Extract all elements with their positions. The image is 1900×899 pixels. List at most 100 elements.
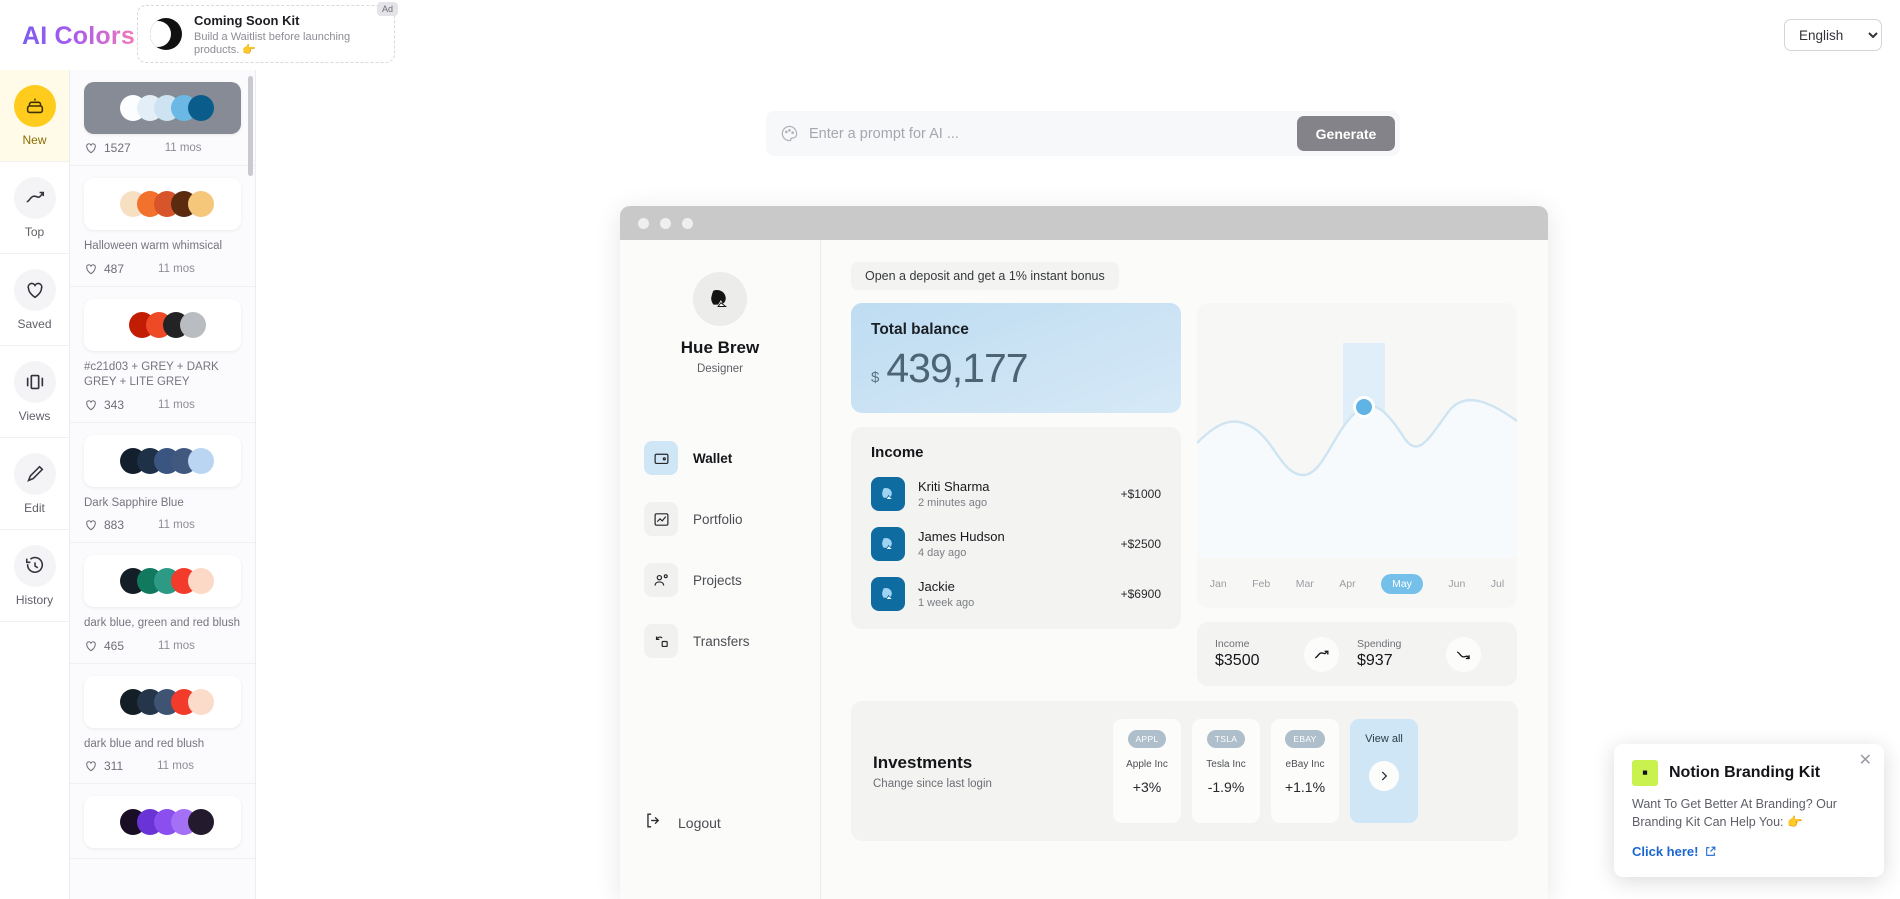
income-name: Jackie	[918, 579, 955, 594]
list-item[interactable]: Dark Sapphire Blue 883 11 mos	[70, 423, 255, 544]
list-item[interactable]: dark blue and red blush 311 11 mos	[70, 664, 255, 785]
income-meta: James Hudson 4 day ago	[918, 529, 1121, 559]
income-name: James Hudson	[918, 529, 1005, 544]
chart-tick-selected[interactable]: May	[1381, 574, 1423, 594]
investments-heading: Investments Change since last login	[873, 753, 1113, 790]
app-header: AI Colors Ad Coming Soon Kit Build a Wai…	[0, 0, 1900, 70]
chart-tick[interactable]: Apr	[1339, 578, 1355, 590]
rail-item-history[interactable]: History	[0, 530, 69, 622]
heart-icon	[13, 268, 56, 311]
trending-up-icon	[13, 176, 56, 219]
list-item[interactable]: James Hudson 4 day ago +$2500	[871, 527, 1161, 561]
list-item[interactable]: Jackie 1 week ago +$6900	[871, 577, 1161, 611]
income-meta: Jackie 1 week ago	[918, 579, 1121, 609]
like-count[interactable]: 311	[84, 759, 123, 773]
swatch-dots	[120, 568, 214, 595]
rail-item-top[interactable]: Top	[0, 162, 69, 254]
list-item[interactable]: #c21d03 + GREY + DARK GREY + LITE GREY 3…	[70, 287, 255, 423]
rail-item-edit[interactable]: Edit	[0, 438, 69, 530]
palette-age: 11 mos	[158, 262, 195, 275]
palette-age: 11 mos	[158, 398, 195, 411]
ad-banner[interactable]: Ad Coming Soon Kit Build a Waitlist befo…	[137, 2, 398, 63]
notion-promo-popup: ✕ ▪ Notion Branding Kit Want To Get Bett…	[1614, 743, 1884, 877]
stock-card[interactable]: TSLA Tesla Inc -1.9%	[1192, 719, 1260, 823]
window-dot-minimize	[660, 217, 671, 229]
dashboard-main: Open a deposit and get a 1% instant bonu…	[821, 240, 1548, 899]
notion-kit-logo-icon: ▪	[1632, 759, 1658, 786]
view-all-button[interactable]: View all	[1350, 719, 1418, 823]
income-amount: +$6900	[1120, 587, 1161, 601]
balance-title: Total balance	[871, 321, 969, 338]
stock-name: eBay Inc	[1285, 759, 1325, 770]
rail-item-saved[interactable]: Saved	[0, 254, 69, 346]
chevron-right-icon	[1369, 761, 1399, 791]
list-item[interactable]: dark blue, green and red blush 465 11 mo…	[70, 543, 255, 664]
bird-avatar-icon	[871, 527, 905, 561]
close-icon[interactable]: ✕	[1859, 752, 1872, 769]
logout-button[interactable]: Logout	[644, 811, 721, 835]
chart-tick[interactable]: Feb	[1252, 578, 1270, 590]
like-count[interactable]: 1527	[84, 141, 131, 155]
list-item[interactable]: Kriti Sharma 2 minutes ago +$1000	[871, 477, 1161, 511]
ad-title: Coming Soon Kit	[194, 12, 300, 28]
logout-icon	[644, 811, 663, 835]
notion-cta-link[interactable]: Click here!	[1632, 844, 1866, 859]
palette-swatch[interactable]	[84, 298, 241, 351]
sidebar-item-label: Transfers	[693, 633, 750, 649]
chart-tick[interactable]: Jan	[1210, 578, 1227, 590]
palette-name: Dark Sapphire Blue	[84, 496, 184, 509]
stock-name: Apple Inc	[1126, 759, 1168, 770]
list-item[interactable]: 1527 11 mos	[70, 70, 255, 166]
language-select[interactable]: English	[1784, 19, 1882, 51]
palette-meta: 343 11 mos	[84, 398, 241, 412]
like-count[interactable]: 487	[84, 262, 124, 276]
chart-tick[interactable]: Jun	[1448, 578, 1465, 590]
chart-tick[interactable]: Jul	[1491, 578, 1504, 590]
stat-text: Income $3500	[1215, 638, 1304, 670]
like-count[interactable]: 343	[84, 398, 124, 412]
palette-swatch[interactable]	[84, 434, 241, 487]
palette-swatch[interactable]	[84, 178, 241, 230]
like-count[interactable]: 883	[84, 518, 124, 532]
rail-item-new[interactable]: New	[0, 70, 69, 162]
chart-marker	[1356, 399, 1372, 415]
stock-ticker: APPL	[1127, 730, 1167, 748]
bird-avatar-icon	[711, 289, 727, 307]
income-time: 2 minutes ago	[918, 497, 988, 509]
like-count[interactable]: 465	[84, 639, 124, 653]
income-title: Income	[871, 444, 924, 461]
balance-chart[interactable]: Jan Feb Mar Apr May Jun Jul	[1197, 303, 1517, 608]
palette-name: #c21d03 + GREY + DARK GREY + LITE GREY	[84, 360, 219, 389]
palette-swatch[interactable]	[84, 675, 241, 728]
palette-swatch[interactable]	[84, 82, 241, 134]
rail-label: New	[22, 132, 47, 147]
palette-age: 11 mos	[157, 760, 194, 773]
list-item[interactable]	[70, 784, 255, 860]
income-amount: +$1000	[1120, 487, 1161, 501]
palette-swatch[interactable]	[84, 796, 241, 849]
palette-list[interactable]: 1527 11 mos Halloween warm whimsical 487…	[70, 70, 256, 899]
bird-avatar-icon	[871, 577, 905, 611]
list-item[interactable]: Halloween warm whimsical 487 11 mos	[70, 166, 255, 287]
generate-button[interactable]: Generate	[1297, 116, 1395, 151]
stat-value: $937	[1357, 652, 1393, 669]
palette-age: 11 mos	[164, 142, 202, 154]
chart-tick[interactable]: Mar	[1296, 578, 1314, 590]
palette-meta: 883 11 mos	[84, 518, 241, 532]
ad-text: Coming Soon Kit Build a Waitlist before …	[194, 13, 382, 56]
stock-ticker: TSLA	[1206, 730, 1246, 748]
stock-card[interactable]: EBAY eBay Inc +1.1%	[1271, 719, 1339, 823]
sidebar-item-portfolio[interactable]: Portfolio	[644, 502, 820, 536]
rail-label: Top	[24, 224, 45, 239]
income-card: Income Kriti Sharma 2 minutes ago +$1000	[851, 427, 1181, 629]
bird-avatar-icon	[871, 477, 905, 511]
stock-list: APPL Apple Inc +3% TSLA Tesla Inc -1.9% …	[1113, 719, 1418, 823]
stock-card[interactable]: APPL Apple Inc +3%	[1113, 719, 1181, 823]
sidebar-item-wallet[interactable]: Wallet	[644, 441, 820, 475]
rail-item-views[interactable]: Views	[0, 346, 69, 438]
sidebar-item-projects[interactable]: Projects	[644, 563, 820, 597]
search-input[interactable]	[809, 125, 1297, 142]
sidebar-item-transfers[interactable]: Transfers	[644, 624, 820, 658]
palette-scrollbar[interactable]	[248, 76, 253, 176]
palette-swatch[interactable]	[84, 555, 241, 608]
